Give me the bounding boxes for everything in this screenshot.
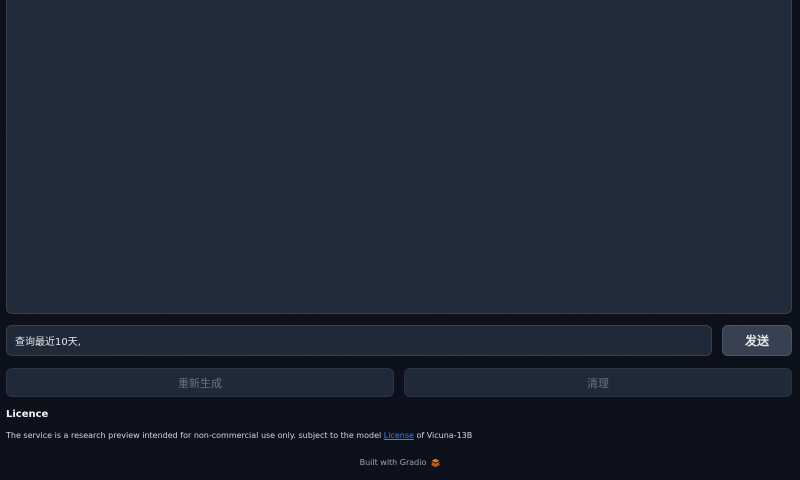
regenerate-button[interactable]: 重新生成 [6,368,394,397]
action-buttons-row: 重新生成 清理 [6,368,792,397]
licence-text-after: of Vicuna-13B [413,431,473,440]
clear-button-label: 清理 [587,376,609,390]
clear-button[interactable]: 清理 [404,368,792,397]
licence-heading: Licence [6,409,49,420]
footer: Built with Gradio [0,458,800,467]
chatbot-panel[interactable] [6,0,792,314]
gradio-logo-icon [431,458,440,467]
app-page: 查询最近10天, 发送 重新生成 清理 Licence The service … [0,0,800,480]
message-input-value: 查询最近10天, [15,337,81,348]
built-with-gradio-link[interactable]: Built with Gradio [360,458,427,467]
licence-text: The service is a research preview intend… [6,431,472,440]
licence-text-before: The service is a research preview intend… [6,431,384,440]
regenerate-button-label: 重新生成 [178,376,222,390]
message-input[interactable]: 查询最近10天, [6,325,712,356]
send-button-label: 发送 [744,334,769,348]
send-button[interactable]: 发送 [722,325,792,356]
input-row: 查询最近10天, 发送 [6,325,792,356]
license-link[interactable]: License [384,431,414,440]
